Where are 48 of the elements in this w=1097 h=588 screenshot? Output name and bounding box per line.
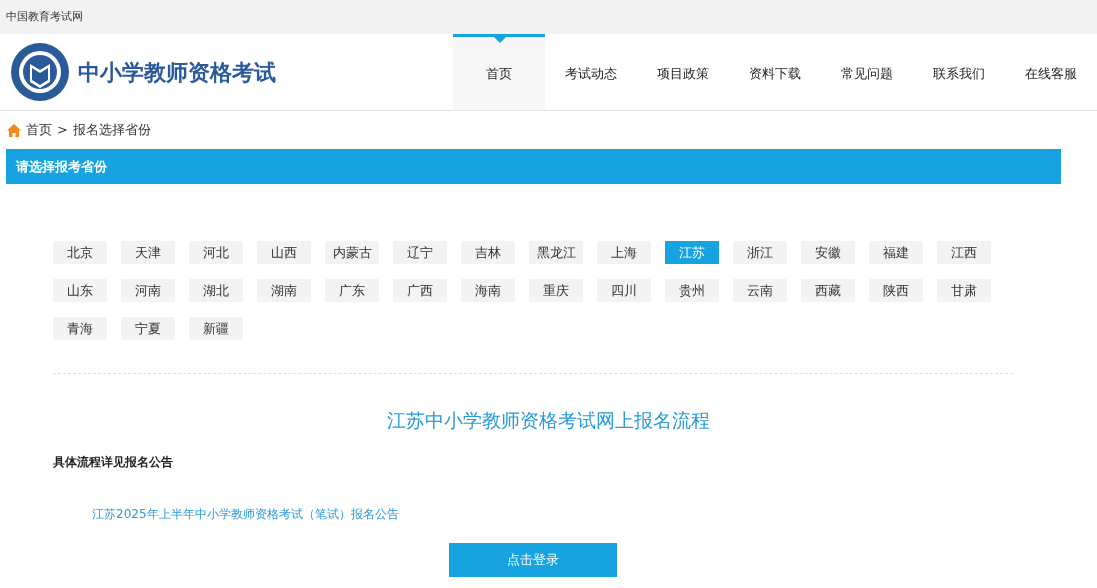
province-button[interactable]: 内蒙古 — [325, 241, 379, 264]
breadcrumb-current: 报名选择省份 — [72, 121, 151, 140]
section-title: 请选择报考省份 — [16, 157, 107, 176]
province-button[interactable]: 新疆 — [189, 317, 243, 340]
nav-link[interactable]: 资料下载 — [729, 34, 821, 110]
province-button[interactable]: 四川 — [597, 279, 651, 302]
province-button[interactable]: 广东 — [325, 279, 379, 302]
site-name: 中国教育考试网 — [6, 8, 83, 25]
province-button[interactable]: 浙江 — [733, 241, 787, 264]
pointer-icon — [494, 37, 506, 43]
province-button[interactable]: 甘肃 — [937, 279, 991, 302]
province-button[interactable]: 北京 — [53, 241, 107, 264]
province-button[interactable]: 山东 — [53, 279, 107, 302]
province-button[interactable]: 安徽 — [801, 241, 855, 264]
province-button[interactable]: 天津 — [121, 241, 175, 264]
province-button[interactable]: 湖南 — [257, 279, 311, 302]
province-button[interactable]: 宁夏 — [121, 317, 175, 340]
nav-link[interactable]: 在线客服 — [1005, 34, 1097, 110]
nav-link[interactable]: 首页 — [453, 34, 545, 110]
site-title: 中小学教师资格考试 — [78, 58, 276, 87]
province-button[interactable]: 河南 — [121, 279, 175, 302]
nav-link[interactable]: 考试动态 — [545, 34, 637, 110]
logo-icon — [10, 42, 70, 102]
province-button[interactable]: 陕西 — [869, 279, 923, 302]
province-button[interactable]: 吉林 — [461, 241, 515, 264]
province-button[interactable]: 福建 — [869, 241, 923, 264]
province-button[interactable]: 青海 — [53, 317, 107, 340]
province-button[interactable]: 广西 — [393, 279, 447, 302]
province-button[interactable]: 黑龙江 — [529, 241, 583, 264]
province-button[interactable]: 山西 — [257, 241, 311, 264]
home-icon — [7, 123, 21, 137]
breadcrumb-separator: > — [57, 121, 68, 140]
province-button[interactable]: 重庆 — [529, 279, 583, 302]
province-button[interactable]: 湖北 — [189, 279, 243, 302]
province-button[interactable]: 云南 — [733, 279, 787, 302]
breadcrumb-link[interactable]: 首页 — [26, 120, 52, 140]
province-button[interactable]: 上海 — [597, 241, 651, 264]
province-button[interactable]: 贵州 — [665, 279, 719, 302]
province-button[interactable]: 辽宁 — [393, 241, 447, 264]
province-button[interactable]: 海南 — [461, 279, 515, 302]
province-button[interactable]: 西藏 — [801, 279, 855, 302]
nav-link[interactable]: 项目政策 — [637, 34, 729, 110]
process-note: 具体流程详见报名公告 — [53, 454, 173, 469]
province-button[interactable]: 河北 — [189, 241, 243, 264]
province-button[interactable]: 江西 — [937, 241, 991, 264]
nav-link[interactable]: 常见问题 — [821, 34, 913, 110]
process-title: 江苏中小学教师资格考试网上报名流程 — [387, 408, 710, 433]
nav-link[interactable]: 联系我们 — [913, 34, 1005, 110]
